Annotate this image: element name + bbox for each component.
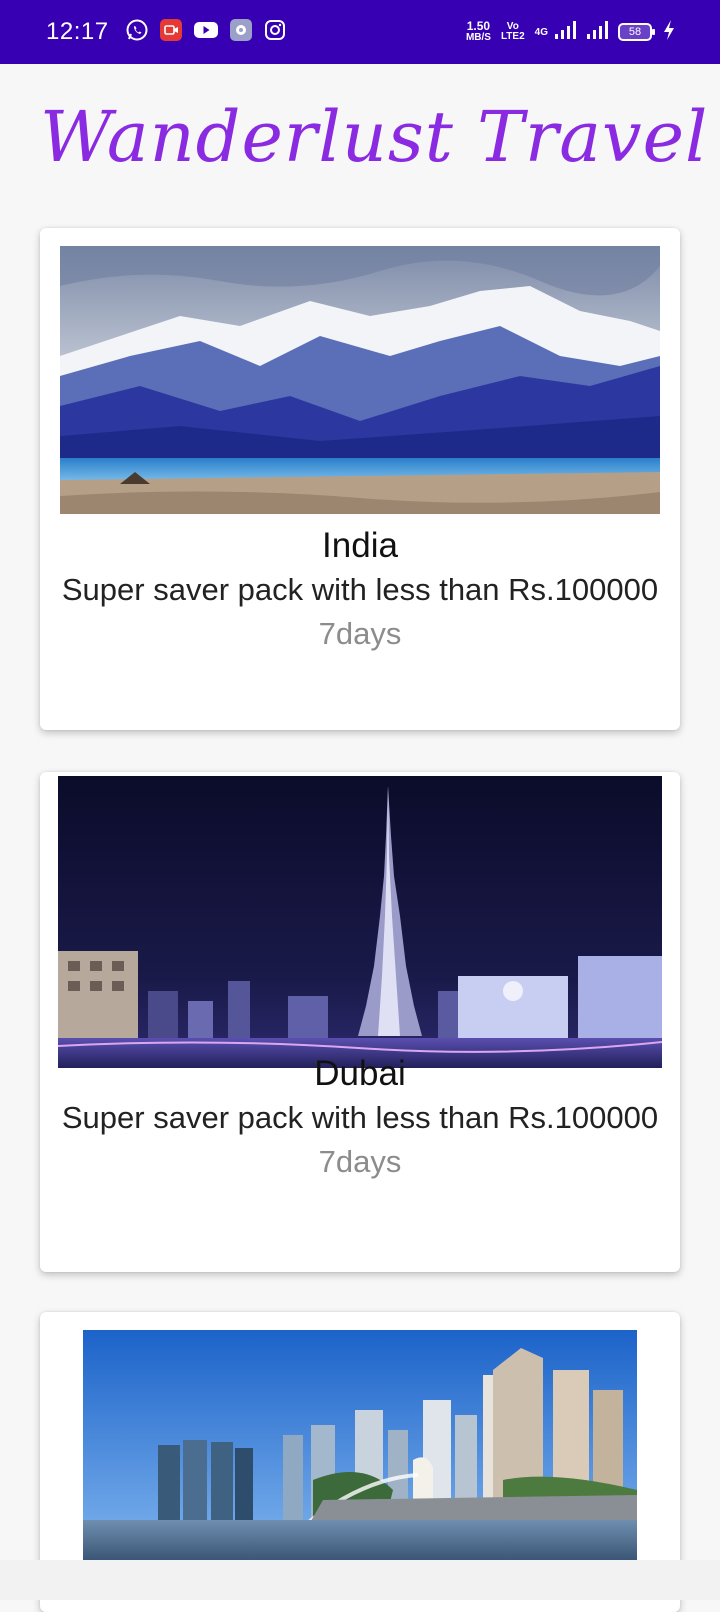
- status-time: 12:17: [46, 18, 109, 45]
- battery-icon: 58: [618, 23, 655, 41]
- destination-image: [83, 1330, 637, 1560]
- screen-recorder-icon: [159, 18, 183, 46]
- destination-card-dubai[interactable]: Dubai Super saver pack with less than Rs…: [40, 772, 680, 1272]
- destination-duration: 7days: [318, 616, 402, 651]
- speed-unit: MB/S: [465, 32, 491, 43]
- settings-app-icon: [229, 18, 253, 46]
- destination-image: [58, 776, 662, 1068]
- volte-indicator: Vo LTE2: [501, 22, 525, 42]
- status-left: 12:17: [46, 18, 287, 46]
- destination-image: [60, 246, 660, 514]
- signal-icon-2: [586, 20, 608, 45]
- network-type: 4G: [534, 26, 548, 38]
- destination-name: India: [322, 526, 398, 565]
- destination-description: Super saver pack with less than Rs.10000…: [61, 572, 659, 607]
- app-title: Wanderlust Travel: [40, 96, 709, 178]
- destination-description: Super saver pack with less than Rs.10000…: [61, 1100, 659, 1135]
- whatsapp-icon: [125, 18, 149, 46]
- volte-bottom: LTE2: [500, 31, 525, 42]
- battery-level: 58: [628, 26, 642, 38]
- speed-value: 1.50: [466, 19, 491, 33]
- network-speed: 1.50 MB/S: [466, 20, 491, 44]
- youtube-icon: [193, 18, 219, 46]
- status-bar: 12:17 1.50 MB/S Vo LTE2 4G 58: [0, 0, 720, 64]
- bottom-strip: [0, 1560, 720, 1600]
- signal-icon: [554, 20, 576, 45]
- instagram-icon: [263, 18, 287, 46]
- destination-card-india[interactable]: India Super saver pack with less than Rs…: [40, 228, 680, 730]
- notification-icons: [125, 18, 287, 46]
- charging-icon: [662, 19, 676, 46]
- destination-name: Dubai: [314, 1054, 406, 1093]
- destination-duration: 7days: [318, 1144, 402, 1179]
- status-right: 1.50 MB/S Vo LTE2 4G 58: [466, 19, 676, 46]
